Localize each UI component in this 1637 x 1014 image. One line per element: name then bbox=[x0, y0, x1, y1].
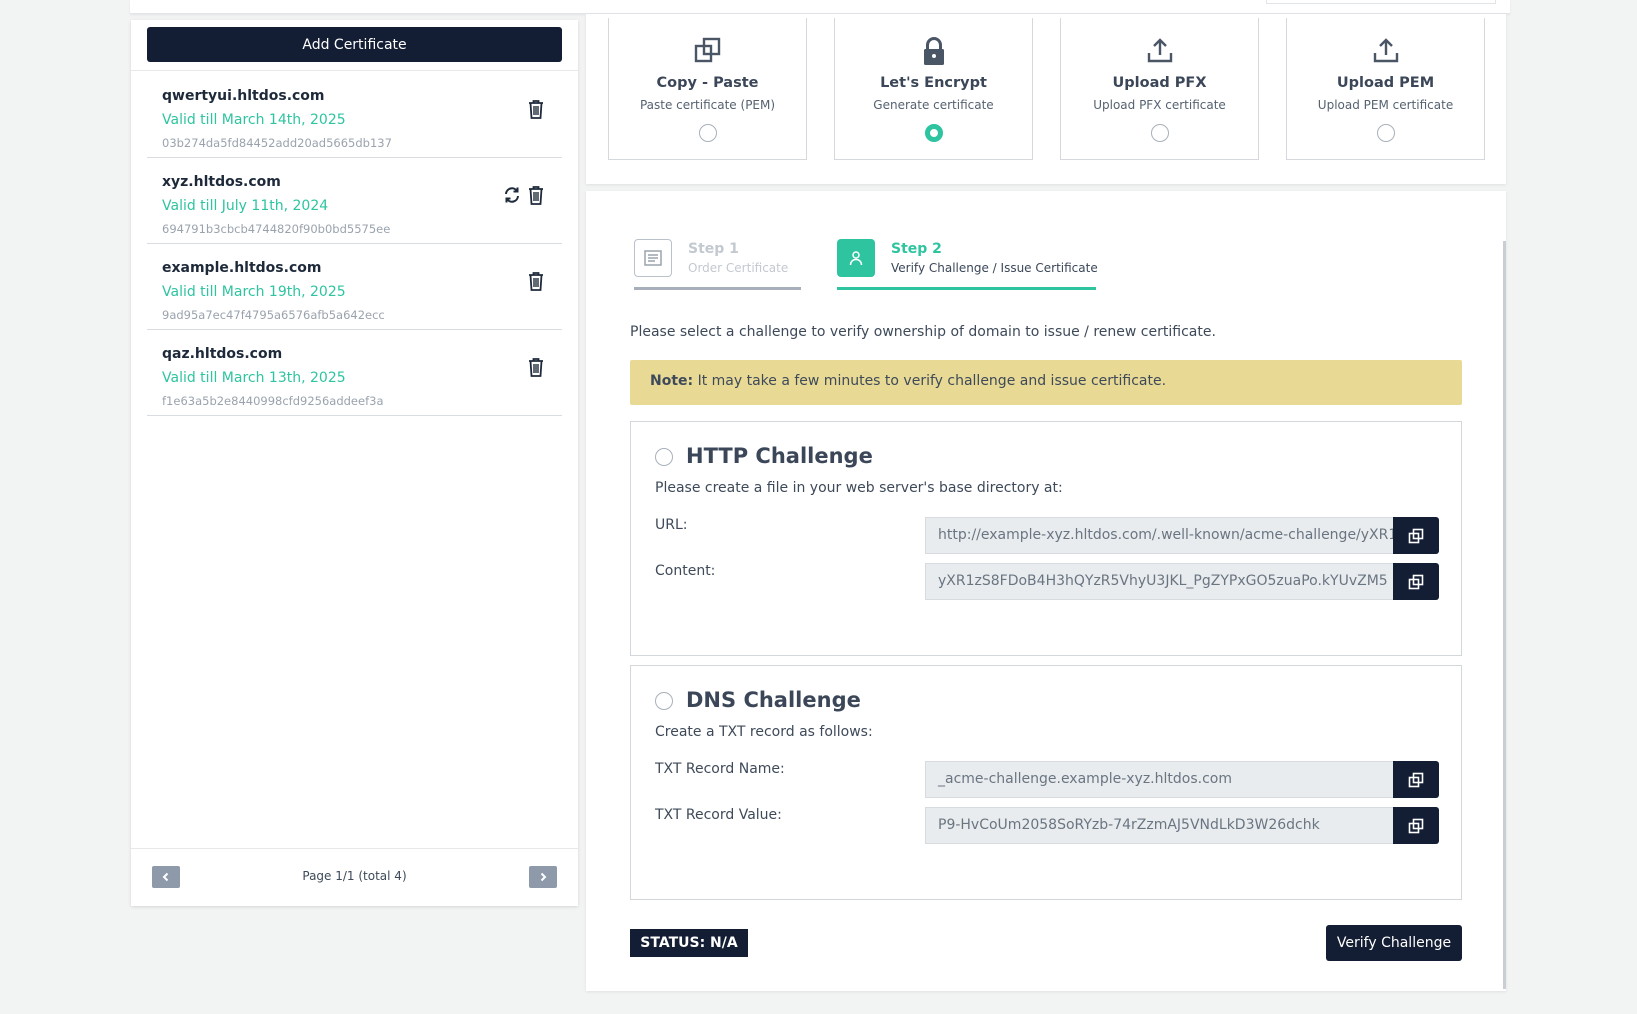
chevron-right-icon bbox=[540, 872, 547, 882]
divider bbox=[131, 70, 578, 71]
copy-icon bbox=[609, 36, 806, 66]
document-icon bbox=[634, 239, 672, 277]
certificate-item[interactable]: xyz.hltdos.com Valid till July 11th, 202… bbox=[147, 158, 562, 244]
copy-icon bbox=[1408, 818, 1424, 833]
type-card-upload-pfx[interactable]: Upload PFX Upload PFX certificate bbox=[1060, 18, 1259, 160]
url-field[interactable]: http://example-xyz.hltdos.com/.well-know… bbox=[925, 517, 1393, 554]
type-title: Upload PEM bbox=[1336, 75, 1435, 91]
note-text: It may take a few minutes to verify chal… bbox=[693, 373, 1167, 389]
trash-icon[interactable] bbox=[526, 356, 546, 378]
page-indicator: Page 1/1 (total 4) bbox=[302, 869, 407, 883]
step-title: Step 1 bbox=[688, 241, 739, 257]
dns-challenge-radio[interactable] bbox=[655, 692, 673, 710]
txt-record-value-label: TXT Record Value: bbox=[655, 807, 782, 823]
type-subtitle: Upload PFX certificate bbox=[1093, 98, 1226, 112]
note-label: Note: bbox=[650, 373, 694, 389]
verify-challenge-button[interactable]: Verify Challenge bbox=[1326, 925, 1462, 961]
trash-icon[interactable] bbox=[526, 98, 546, 120]
type-radio[interactable] bbox=[1150, 124, 1169, 142]
http-challenge-box: HTTP Challenge Please create a file in y… bbox=[630, 421, 1462, 656]
challenge-title: HTTP Challenge bbox=[686, 444, 873, 468]
certificate-validity: Valid till March 13th, 2025 bbox=[162, 370, 346, 386]
step-2-underline bbox=[837, 287, 1096, 290]
upload-icon bbox=[1287, 36, 1484, 66]
type-title: Copy - Paste bbox=[656, 75, 759, 91]
challenge-description: Please create a file in your web server'… bbox=[655, 480, 1063, 496]
txt-record-value-field[interactable]: P9-HvCoUm2058SoRYzb-74rZzmAJ5VNdLkD3W26d… bbox=[925, 807, 1393, 844]
top-bar-tab bbox=[1266, 0, 1496, 4]
certificate-domain: xyz.hltdos.com bbox=[162, 174, 281, 190]
type-subtitle: Upload PEM certificate bbox=[1317, 98, 1454, 112]
certificate-type-panel: Copy - Paste Paste certificate (PEM) Let… bbox=[586, 14, 1506, 184]
challenge-title: DNS Challenge bbox=[686, 688, 861, 712]
type-radio[interactable] bbox=[1376, 124, 1395, 142]
note-banner: Note: It may take a few minutes to verif… bbox=[630, 360, 1462, 405]
type-card-copy-paste[interactable]: Copy - Paste Paste certificate (PEM) bbox=[608, 18, 807, 160]
certificate-validity: Valid till March 14th, 2025 bbox=[162, 112, 346, 128]
txt-record-name-label: TXT Record Name: bbox=[655, 761, 785, 777]
url-label: URL: bbox=[655, 517, 688, 533]
type-title: Let's Encrypt bbox=[880, 75, 987, 91]
renew-icon[interactable] bbox=[502, 184, 522, 206]
certificate-list: qwertyui.hltdos.com Valid till March 14t… bbox=[147, 72, 562, 416]
top-bar bbox=[130, 0, 1510, 14]
copy-icon bbox=[1408, 528, 1424, 543]
type-subtitle: Generate certificate bbox=[873, 98, 994, 112]
trash-icon[interactable] bbox=[526, 270, 546, 292]
certificate-item[interactable]: qaz.hltdos.com Valid till March 13th, 20… bbox=[147, 330, 562, 416]
type-subtitle: Paste certificate (PEM) bbox=[639, 98, 776, 112]
step-subtitle: Verify Challenge / Issue Certificate bbox=[891, 261, 1098, 275]
type-card-lets-encrypt[interactable]: Let's Encrypt Generate certificate bbox=[834, 18, 1033, 160]
challenge-panel: Step 1 Order Certificate Step 2 Verify C… bbox=[586, 191, 1506, 991]
next-page-button[interactable] bbox=[529, 866, 557, 888]
certificate-item[interactable]: example.hltdos.com Valid till March 19th… bbox=[147, 244, 562, 330]
copy-url-button[interactable] bbox=[1393, 517, 1439, 554]
content-field[interactable]: yXR1zS8FDoB4H3hQYzR5VhyU3JKL_PgZYPxGO5zu… bbox=[925, 563, 1393, 600]
instructions-text: Please select a challenge to verify owne… bbox=[630, 324, 1216, 340]
upload-icon bbox=[1061, 36, 1258, 66]
type-card-upload-pem[interactable]: Upload PEM Upload PEM certificate bbox=[1286, 18, 1485, 160]
copy-icon bbox=[1408, 772, 1424, 787]
certificate-domain: qwertyui.hltdos.com bbox=[162, 88, 325, 104]
type-radio[interactable] bbox=[698, 124, 717, 142]
certificate-validity: Valid till March 19th, 2025 bbox=[162, 284, 346, 300]
certificate-validity: Valid till July 11th, 2024 bbox=[162, 198, 329, 214]
certificate-item[interactable]: qwertyui.hltdos.com Valid till March 14t… bbox=[147, 72, 562, 158]
http-challenge-radio[interactable] bbox=[655, 448, 673, 466]
txt-record-name-field[interactable]: _acme-challenge.example-xyz.hltdos.com bbox=[925, 761, 1393, 798]
type-radio-selected[interactable] bbox=[924, 124, 943, 142]
certificate-hash: 03b274da5fd84452add20ad5665db137 bbox=[162, 136, 392, 150]
step-1-underline bbox=[634, 287, 801, 290]
scrollbar[interactable] bbox=[1503, 241, 1506, 989]
copy-txt-value-button[interactable] bbox=[1393, 807, 1439, 844]
certificate-hash: f1e63a5b2e8440998cfd9256addeef3a bbox=[162, 394, 384, 408]
lock-icon bbox=[835, 36, 1032, 66]
status-badge: STATUS: N/A bbox=[630, 929, 748, 957]
certificate-hash: 9ad95a7ec47f4795a6576afb5a642ecc bbox=[162, 308, 385, 322]
copy-content-button[interactable] bbox=[1393, 563, 1439, 600]
dns-challenge-box: DNS Challenge Create a TXT record as fol… bbox=[630, 665, 1462, 900]
step-title: Step 2 bbox=[891, 241, 942, 257]
content-label: Content: bbox=[655, 563, 716, 579]
certificate-domain: qaz.hltdos.com bbox=[162, 346, 283, 362]
certificate-sidebar: Add Certificate qwertyui.hltdos.com Vali… bbox=[131, 20, 578, 906]
add-certificate-button[interactable]: Add Certificate bbox=[147, 27, 562, 62]
trash-icon[interactable] bbox=[526, 184, 546, 206]
copy-txt-name-button[interactable] bbox=[1393, 761, 1439, 798]
type-title: Upload PFX bbox=[1112, 75, 1207, 91]
user-icon bbox=[837, 239, 875, 277]
divider bbox=[131, 848, 578, 849]
challenge-description: Create a TXT record as follows: bbox=[655, 724, 873, 740]
certificate-hash: 694791b3cbcb4744820f90b0bd5575ee bbox=[162, 222, 391, 236]
step-subtitle: Order Certificate bbox=[688, 261, 789, 275]
copy-icon bbox=[1408, 574, 1424, 589]
certificate-domain: example.hltdos.com bbox=[162, 260, 322, 276]
